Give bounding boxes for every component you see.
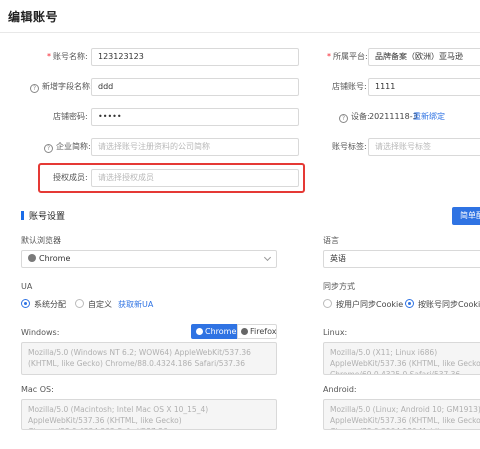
store-account-label: 店铺账号: [332,82,367,91]
windows-ua-label: Windows: [21,328,60,337]
help-icon: ? [30,84,39,93]
chrome-icon [196,328,203,335]
required-mark: * [327,52,331,61]
browser-value: Chrome [39,254,71,263]
new-field-label: ? 新增字段名称: [30,81,93,93]
device-value: 20211118-3 [369,112,418,121]
rebind-link[interactable]: 重新绑定 [413,111,445,123]
help-icon: ? [339,114,348,123]
account-tag-label: 账号标签: [332,142,367,151]
required-mark: * [47,52,51,61]
new-field-input[interactable]: ddd [91,78,299,96]
simple-config-button[interactable]: 简单配置 [452,207,480,225]
ua-label: UA [21,282,33,291]
radio-icon [75,299,84,308]
title-divider [0,32,480,33]
auth-members-select[interactable]: 请选择授权成员 [91,169,299,187]
tab-firefox[interactable]: Firefox [237,324,277,339]
macos-ua-label: Mac OS: [21,385,54,394]
auth-members-label: 授权成员: [53,173,88,182]
store-password-label: 店铺密码: [53,112,88,121]
macos-ua-textarea[interactable]: Mozilla/5.0 (Macintosh; Intel Mac OS X 1… [21,399,277,430]
store-account-input[interactable]: 1111 [368,78,480,96]
company-label: ? 企业简称: [44,141,91,153]
sync-option-account[interactable]: 按账号同步Cookie [405,299,480,311]
linux-ua-label: Linux: [323,328,348,337]
page-title: 编辑账号 [8,10,59,24]
help-icon: ? [44,144,53,153]
sync-option-user[interactable]: 按用户同步Cookie [323,299,403,311]
firefox-icon [241,328,248,335]
linux-ua-textarea[interactable]: Mozilla/5.0 (X11; Linux i686) AppleWebKi… [323,342,480,375]
android-ua-textarea[interactable]: Mozilla/5.0 (Linux; Android 10; GM1913) … [323,399,480,430]
ua-option-custom[interactable]: 自定义 [75,299,112,311]
sync-label: 同步方式 [323,282,355,291]
get-new-ua-link[interactable]: 获取新UA [118,299,153,311]
ua-option-system[interactable]: 系统分配 [21,299,66,311]
language-select[interactable]: 英语 [323,250,480,268]
browser-select[interactable]: Chrome [21,250,277,268]
chevron-down-icon [263,253,272,262]
account-name-label: * 账号名称: [47,52,88,61]
platform-label: * 所属平台: [327,52,368,61]
device-label: ? 设备: [339,111,370,123]
account-tag-select[interactable]: 请选择账号标签 [368,138,480,156]
company-select[interactable]: 请选择账号注册资料的公司简称 [91,138,299,156]
section-marker [21,211,24,220]
platform-select[interactable]: 品牌备案（欧洲）亚马逊 [368,48,480,66]
radio-checked-icon [405,299,414,308]
windows-ua-textarea[interactable]: Mozilla/5.0 (Windows NT 6.2; WOW64) Appl… [21,342,277,375]
store-password-input[interactable]: ••••• [91,108,299,126]
tab-chrome[interactable]: Chrome [191,324,237,339]
radio-checked-icon [21,299,30,308]
chrome-icon [28,254,36,262]
android-ua-label: Android: [323,385,357,394]
account-name-input[interactable]: 123123123 [91,48,299,66]
section-title: 账号设置 [29,212,66,222]
browser-label: 默认浏览器 [21,236,61,245]
radio-icon [323,299,332,308]
language-label: 语言 [323,236,339,245]
